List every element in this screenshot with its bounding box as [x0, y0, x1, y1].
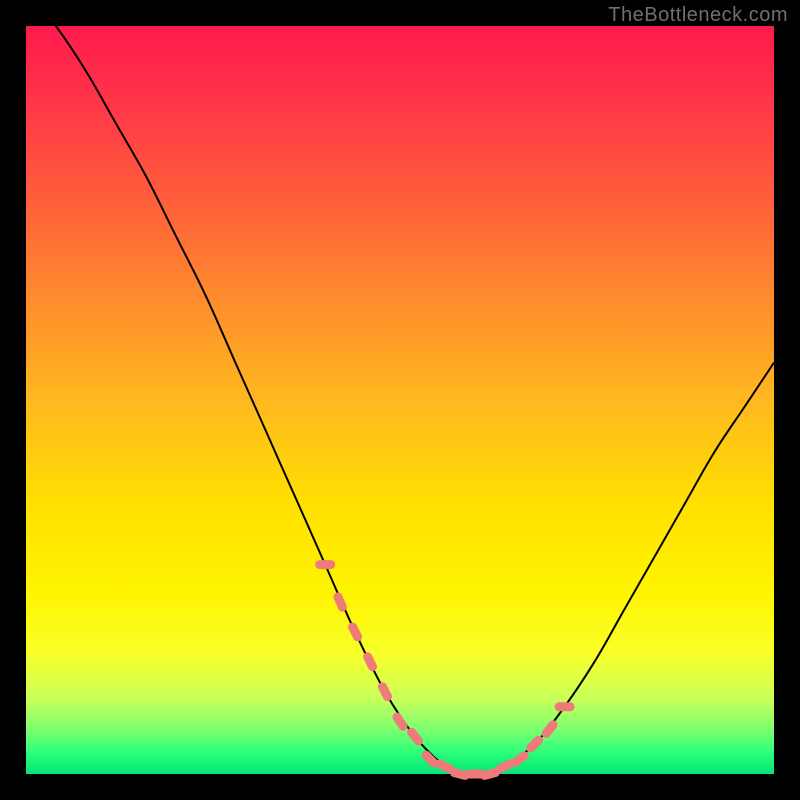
marker-point	[347, 621, 364, 643]
marker-point	[362, 651, 379, 673]
highlight-markers	[315, 560, 574, 781]
bottleneck-curve	[26, 0, 774, 775]
plot-area	[26, 26, 774, 774]
marker-point	[376, 681, 393, 703]
curve-svg	[26, 26, 774, 774]
marker-point	[315, 560, 335, 569]
chart-frame: TheBottleneck.com	[0, 0, 800, 800]
attribution-text: TheBottleneck.com	[608, 4, 788, 27]
marker-point	[391, 711, 410, 733]
marker-point	[555, 702, 575, 711]
marker-point	[332, 591, 348, 613]
